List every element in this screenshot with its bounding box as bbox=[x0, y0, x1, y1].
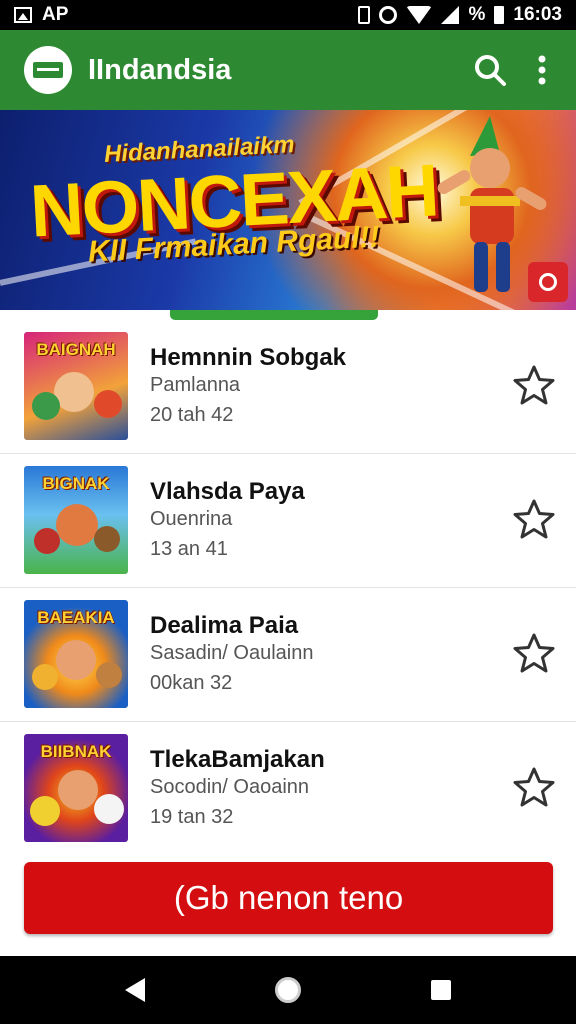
thumbnail-title: BAIGNAH bbox=[36, 340, 116, 359]
item-meta: 20 tah 42 bbox=[150, 404, 234, 426]
list-item[interactable]: BAEAKIA Dealima Paia Sasadin/ Oaulainn 0… bbox=[0, 588, 576, 722]
thumbnail-title: BIGNAK bbox=[42, 474, 110, 493]
app-bar: IIndandsia bbox=[0, 30, 576, 110]
list-item[interactable]: BIGNAK Vlahsda Paya Ouenrina 13 an 41 bbox=[0, 454, 576, 588]
item-subtitle: Socodin/ Oaoainn bbox=[150, 776, 310, 798]
status-time: 16:03 bbox=[513, 4, 562, 25]
bottom-action-area: (Gb nenon teno bbox=[0, 846, 576, 956]
app-title: IIndandsia bbox=[88, 53, 232, 86]
list-item[interactable]: BIIBNAK TlekaBamjakan Socodin/ Oaoainn 1… bbox=[0, 722, 576, 856]
thumbnail-title: BIIBNAK bbox=[40, 742, 112, 761]
back-icon[interactable] bbox=[125, 978, 145, 1002]
favorite-star-icon[interactable] bbox=[512, 766, 556, 808]
item-title: TlekaBamjakan bbox=[150, 746, 325, 773]
more-vert-icon bbox=[538, 55, 546, 85]
item-title: Vlahsda Paya bbox=[150, 478, 305, 505]
item-subtitle: Pamlanna bbox=[150, 374, 241, 396]
system-nav-bar bbox=[0, 956, 576, 1024]
banner-action-button[interactable] bbox=[528, 262, 568, 302]
home-icon[interactable] bbox=[275, 977, 301, 1003]
item-meta: 13 an 41 bbox=[150, 538, 228, 560]
game-thumbnail: BIIBNAK bbox=[24, 734, 128, 842]
game-thumbnail: BAIGNAH bbox=[24, 332, 128, 440]
favorite-star-icon[interactable] bbox=[512, 364, 556, 406]
sync-icon bbox=[379, 6, 398, 24]
item-title: Dealima Paia bbox=[150, 612, 299, 639]
search-icon bbox=[475, 55, 506, 86]
money-icon bbox=[33, 62, 63, 78]
primary-action-button[interactable]: (Gb nenon teno bbox=[24, 862, 553, 934]
favorite-star-icon[interactable] bbox=[512, 498, 556, 540]
status-left-text: AP bbox=[42, 4, 69, 25]
vibrate-icon bbox=[358, 6, 371, 24]
item-subtitle: Sasadin/ Oaulainn bbox=[150, 642, 314, 664]
item-meta: 19 tan 32 bbox=[150, 806, 234, 828]
favorite-star-icon[interactable] bbox=[512, 632, 556, 674]
status-bar: AP % 16:03 bbox=[0, 0, 576, 30]
more-options-button[interactable] bbox=[532, 50, 552, 90]
item-title: Hemnnin Sobgak bbox=[150, 344, 347, 371]
wifi-icon bbox=[406, 6, 433, 24]
game-list: BAIGNAH Hemnnin Sobgak Pamlanna 20 tah 4… bbox=[0, 320, 576, 856]
list-item[interactable]: BAIGNAH Hemnnin Sobgak Pamlanna 20 tah 4… bbox=[0, 320, 576, 454]
item-meta: 00kan 32 bbox=[150, 672, 233, 694]
signal-icon bbox=[441, 6, 460, 24]
search-button[interactable] bbox=[470, 50, 510, 90]
image-notification-icon bbox=[14, 7, 32, 23]
banner-page-indicator bbox=[170, 310, 378, 320]
promo-banner[interactable]: Hidanhanailaikm NONCEXAH KII Frmaikan Rg… bbox=[0, 110, 576, 310]
battery-percent: % bbox=[468, 4, 486, 25]
item-subtitle: Ouenrina bbox=[150, 508, 233, 530]
game-thumbnail: BIGNAK bbox=[24, 466, 128, 574]
chat-icon bbox=[539, 273, 557, 291]
game-thumbnail: BAEAKIA bbox=[24, 600, 128, 708]
thumbnail-title: BAEAKIA bbox=[37, 608, 115, 627]
battery-icon bbox=[494, 6, 505, 24]
app-logo bbox=[24, 46, 72, 94]
recent-apps-icon[interactable] bbox=[431, 980, 451, 1000]
